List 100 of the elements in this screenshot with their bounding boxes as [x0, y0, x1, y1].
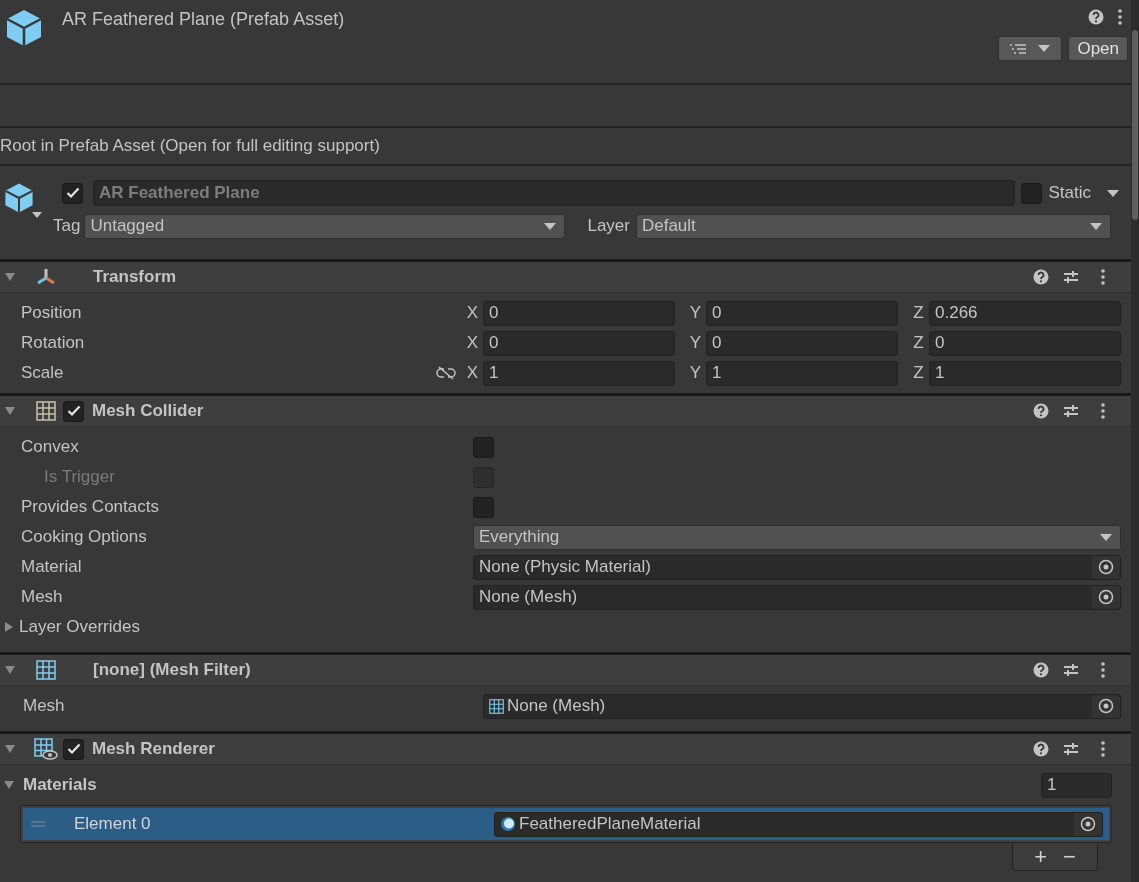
number-field[interactable]: 1 — [483, 360, 675, 386]
component-title[interactable]: Mesh Renderer — [92, 736, 215, 762]
presets-icon[interactable] — [1063, 662, 1079, 678]
presets-icon[interactable] — [1063, 403, 1079, 419]
checkbox[interactable] — [473, 496, 494, 518]
property-label: Scale — [21, 362, 65, 385]
gameobject-cube-icon[interactable] — [3, 182, 35, 214]
property-label: Rotation — [21, 332, 86, 355]
checkmark-icon — [65, 187, 80, 199]
axis-label: X — [465, 332, 480, 355]
more-icon[interactable] — [1101, 269, 1105, 285]
number-field[interactable]: 0 — [483, 300, 675, 326]
scrollbar[interactable] — [1131, 0, 1139, 882]
expanded-triangle-icon[interactable] — [4, 745, 16, 753]
prefab-notice: Root in Prefab Asset (Open for full editing support) — [0, 135, 380, 158]
property-label: Is Trigger — [44, 466, 116, 489]
tag-label: Tag — [53, 215, 81, 238]
more-icon[interactable] — [1101, 741, 1105, 757]
property-label: Material — [21, 556, 83, 579]
expanded-triangle-icon[interactable] — [4, 273, 16, 281]
more-icon[interactable] — [1101, 403, 1105, 419]
unlinked-icon[interactable] — [436, 366, 456, 380]
axis-label: Z — [912, 332, 925, 355]
object-field[interactable]: None (Mesh) — [473, 584, 1121, 610]
more-icon[interactable] — [1101, 662, 1105, 678]
presets-icon[interactable] — [1063, 741, 1079, 757]
axis-label: Y — [688, 362, 703, 385]
more-icon[interactable] — [1118, 9, 1122, 25]
size-field[interactable]: 1 — [1041, 772, 1112, 798]
component-title[interactable]: [none] (Mesh Filter) — [93, 657, 251, 683]
property-label: Convex — [21, 436, 80, 459]
number-field[interactable]: 0 — [483, 330, 675, 356]
mesh-grid-icon — [489, 698, 504, 714]
axis-label: Y — [688, 332, 703, 355]
add-element-button[interactable]: + — [1034, 845, 1047, 868]
property-label: Provides Contacts — [21, 496, 160, 519]
help-icon[interactable] — [1033, 662, 1049, 678]
axis-label: Z — [912, 362, 925, 385]
open-button[interactable]: Open — [1068, 36, 1128, 61]
object-picker-icon[interactable] — [1092, 555, 1120, 579]
asset-title: AR Feathered Plane (Prefab Asset) — [62, 8, 345, 31]
presets-icon[interactable] — [1063, 269, 1079, 285]
component-title[interactable]: Mesh Collider — [92, 398, 204, 424]
axis-label: Y — [688, 302, 703, 325]
property-label: Position — [21, 302, 83, 325]
list-element-row[interactable]: Element 0 FeatheredPlaneMaterial — [23, 808, 1109, 840]
list-icon — [1010, 43, 1027, 54]
mesh-collider-grid-icon — [34, 401, 58, 421]
number-field[interactable]: 0.266 — [929, 300, 1121, 326]
dropdown[interactable]: Everything — [473, 524, 1121, 550]
layer-label: Layer — [587, 215, 630, 238]
object-picker-icon[interactable] — [1092, 694, 1120, 718]
component-title[interactable]: Transform — [93, 264, 177, 290]
axis-label: X — [465, 302, 480, 325]
object-field[interactable]: None (Mesh) — [483, 693, 1121, 719]
property-label: Mesh — [21, 586, 64, 609]
object-field[interactable]: FeatheredPlaneMaterial — [494, 811, 1103, 837]
static-label: Static — [1048, 182, 1091, 205]
mesh-renderer-icon — [34, 738, 58, 760]
help-icon[interactable] — [1033, 741, 1049, 757]
layer-dropdown[interactable]: Default — [635, 213, 1111, 239]
caret-icon[interactable] — [1107, 189, 1119, 197]
axis-label: X — [465, 362, 480, 385]
property-label: Cooking Options — [21, 526, 148, 549]
object-picker-icon[interactable] — [1092, 585, 1120, 609]
active-checkbox[interactable] — [62, 182, 83, 204]
number-field[interactable]: 0 — [929, 330, 1121, 356]
caret-icon — [1100, 533, 1112, 541]
number-field[interactable]: 0 — [706, 300, 898, 326]
caret-icon — [1090, 222, 1102, 230]
static-checkbox[interactable] — [1021, 182, 1043, 204]
expanded-triangle-icon[interactable] — [4, 407, 16, 415]
enabled-checkbox[interactable] — [63, 738, 84, 760]
drag-handle-icon[interactable] — [31, 821, 45, 827]
property-label: Mesh — [23, 695, 66, 718]
help-icon[interactable] — [1033, 403, 1049, 419]
list-label[interactable]: Materials — [23, 772, 97, 798]
number-field[interactable]: 1 — [929, 360, 1121, 386]
collapsed-triangle-icon[interactable] — [5, 622, 13, 632]
foldout-label[interactable]: Layer Overrides — [19, 614, 140, 640]
checkmark-icon — [66, 743, 81, 755]
list-dropdown-button[interactable] — [998, 36, 1063, 61]
remove-element-button[interactable]: − — [1063, 845, 1076, 868]
checkbox[interactable] — [473, 436, 494, 458]
tag-dropdown[interactable]: Untagged — [84, 213, 566, 239]
help-icon[interactable] — [1088, 9, 1104, 25]
object-field[interactable]: None (Physic Material) — [473, 554, 1121, 580]
checkmark-icon — [66, 405, 81, 417]
help-icon[interactable] — [1033, 269, 1049, 285]
number-field[interactable]: 1 — [706, 360, 898, 386]
prefab-cube-icon — [4, 8, 44, 48]
caret-icon[interactable] — [32, 212, 42, 218]
axis-label: Z — [912, 302, 925, 325]
material-sphere-icon — [500, 816, 516, 832]
enabled-checkbox[interactable] — [63, 400, 84, 422]
number-field[interactable]: 0 — [706, 330, 898, 356]
expanded-triangle-icon[interactable] — [4, 781, 14, 789]
object-picker-icon[interactable] — [1074, 812, 1102, 836]
caret-icon — [1038, 45, 1051, 52]
expanded-triangle-icon[interactable] — [4, 666, 16, 674]
